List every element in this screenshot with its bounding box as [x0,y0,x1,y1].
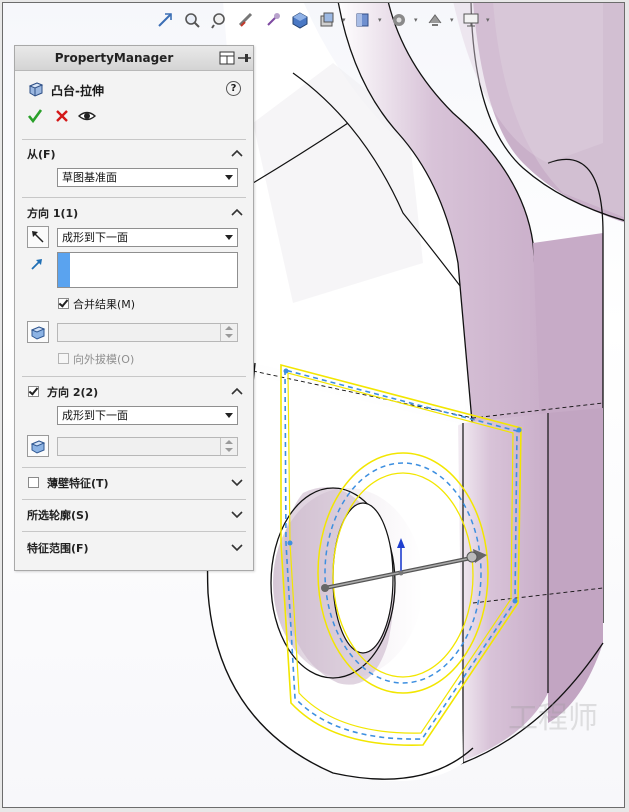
display-style-icon[interactable] [315,8,339,32]
pin-icon[interactable] [236,50,252,66]
edit-appearance-icon[interactable] [387,8,411,32]
boss-extrude-icon [27,80,45,101]
draft-toggle-button[interactable] [27,321,49,343]
start-condition-value: 草图基准面 [62,171,117,184]
chevron-down-icon[interactable] [231,477,243,487]
end-condition-value: 成形到下一面 [62,231,128,244]
start-condition-select[interactable]: 草图基准面 [57,168,238,187]
lug-right-band [548,408,603,723]
hide-show-items-icon[interactable] [351,8,375,32]
reverse-direction-button[interactable] [27,226,49,248]
chevron-down-icon [225,413,233,418]
feature-title: 凸台-拉伸 [51,84,104,98]
draft-icon [30,326,46,340]
watermark: 工程师 [508,701,598,736]
direction2-section-label[interactable]: 方向 2(2) [47,384,98,400]
end-condition-select[interactable]: 成形到下一面 [57,228,238,247]
view-orientation-icon[interactable] [288,8,312,32]
ok-checkmark-icon[interactable] [27,108,43,127]
apply-scene-icon[interactable] [423,8,447,32]
merge-result-label: 合并结果(M) [73,298,136,311]
help-icon[interactable]: ? [226,81,241,96]
draft-angle-spinbox[interactable] [57,323,238,342]
direction-vector-icon [29,256,45,275]
chevron-down-icon [225,235,233,240]
detailed-preview-eye-icon[interactable] [77,108,97,127]
dynamic-annotation-icon[interactable] [261,8,285,32]
heads-up-view-toolbar: ▾ ▾ ▾ ▾ ▾ [153,7,492,33]
direction2-draft-angle-spinbox[interactable] [57,437,238,456]
direction2-end-condition-value: 成形到下一面 [62,409,128,422]
direction2-checkbox[interactable] [28,386,39,397]
scene-dropdown-icon[interactable]: ▾ [450,16,456,24]
feature-scope-section-label[interactable]: 特征范围(F) [27,540,89,556]
property-manager-header: PropertyManager [15,46,253,71]
graphics-area[interactable]: ▾ ▾ ▾ ▾ ▾ PropertyManager 凸台-拉伸 ? 从(F) 草… [2,2,625,808]
reverse-direction-icon [32,231,44,243]
previous-view-icon[interactable] [207,8,231,32]
chevron-down-icon[interactable] [231,509,243,519]
cancel-x-icon[interactable] [54,108,70,127]
direction-selection-box[interactable] [57,252,238,288]
action-row [15,107,253,127]
zoom-to-area-icon[interactable] [180,8,204,32]
appearance-dropdown-icon[interactable]: ▾ [414,16,420,24]
section-view-icon[interactable] [234,8,258,32]
chevron-up-icon[interactable] [231,148,243,158]
draft-outward-label: 向外拔模(O) [73,353,135,366]
feature-title-row: 凸台-拉伸 ? [15,79,253,99]
display-style-dropdown-icon[interactable]: ▾ [342,16,348,24]
merge-result-checkbox[interactable] [58,298,69,309]
view-settings-icon[interactable] [459,8,483,32]
property-manager-title: PropertyManager [54,51,174,65]
chevron-up-icon[interactable] [231,386,243,396]
pm-layout-icon[interactable] [219,50,235,66]
thin-feature-checkbox[interactable] [28,477,39,488]
zoom-to-fit-icon[interactable] [153,8,177,32]
draft-icon [30,440,46,454]
selected-contours-section-label[interactable]: 所选轮廓(S) [27,507,89,523]
direction2-end-condition-select[interactable]: 成形到下一面 [57,406,238,425]
property-manager-panel: PropertyManager 凸台-拉伸 ? 从(F) 草图基准面 方向 1(… [14,45,254,571]
chevron-up-icon[interactable] [231,207,243,217]
chevron-down-icon[interactable] [231,542,243,552]
view-settings-dropdown-icon[interactable]: ▾ [486,16,492,24]
chevron-down-icon [225,175,233,180]
draft-outward-checkbox[interactable] [58,353,69,364]
hide-show-dropdown-icon[interactable]: ▾ [378,16,384,24]
direction1-section-label[interactable]: 方向 1(1) [27,205,78,221]
from-section-label[interactable]: 从(F) [27,146,56,162]
direction2-draft-toggle-button[interactable] [27,435,49,457]
thin-feature-section-label[interactable]: 薄壁特征(T) [47,475,109,491]
